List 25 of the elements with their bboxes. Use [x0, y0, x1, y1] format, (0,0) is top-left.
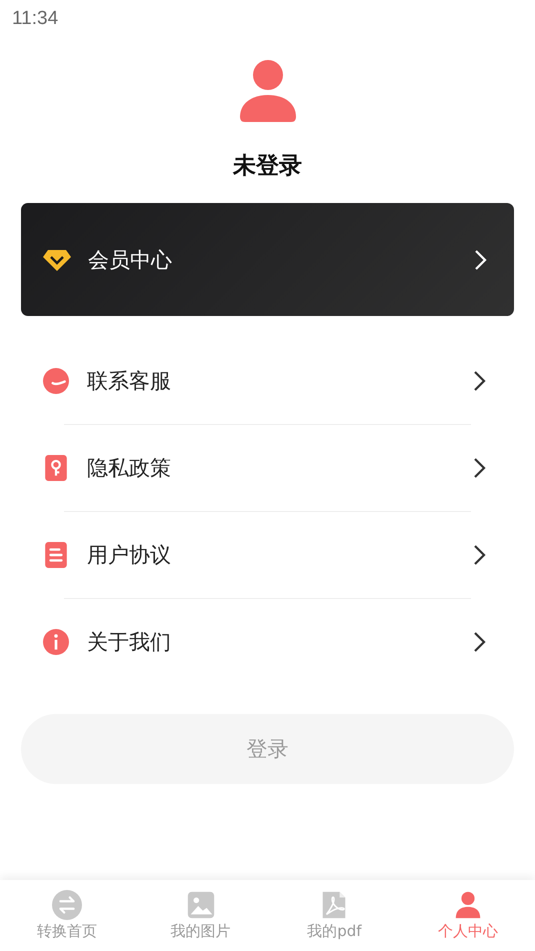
- menu-label: 隐私政策: [87, 455, 172, 482]
- chevron-right-icon: [473, 457, 487, 479]
- swap-arrows-icon: [52, 890, 82, 920]
- status-time: 11:34: [12, 8, 58, 30]
- chevron-right-icon: [473, 631, 487, 653]
- key-icon: [43, 455, 69, 481]
- document-icon: [43, 542, 69, 568]
- user-name: 未登录: [233, 152, 302, 181]
- diamond-icon: [42, 248, 72, 272]
- menu-label: 联系客服: [87, 368, 172, 395]
- menu-item[interactable]: 隐私政策: [0, 425, 535, 511]
- chat-bubble-icon: [43, 368, 69, 394]
- vip-card[interactable]: 会员中心: [21, 203, 514, 316]
- vip-label: 会员中心: [88, 246, 173, 274]
- menu-item[interactable]: 用户协议: [0, 512, 535, 598]
- avatar-icon: [240, 60, 296, 122]
- chevron-right-icon: [473, 370, 487, 392]
- info-icon: [43, 629, 69, 655]
- menu-label: 用户协议: [87, 542, 172, 569]
- menu-item[interactable]: 联系客服: [0, 338, 535, 424]
- image-icon: [186, 890, 216, 920]
- chevron-right-icon: [473, 544, 487, 566]
- menu-label: 关于我们: [87, 629, 172, 656]
- menu-item[interactable]: 关于我们: [0, 599, 535, 685]
- chevron-right-icon: [474, 248, 488, 270]
